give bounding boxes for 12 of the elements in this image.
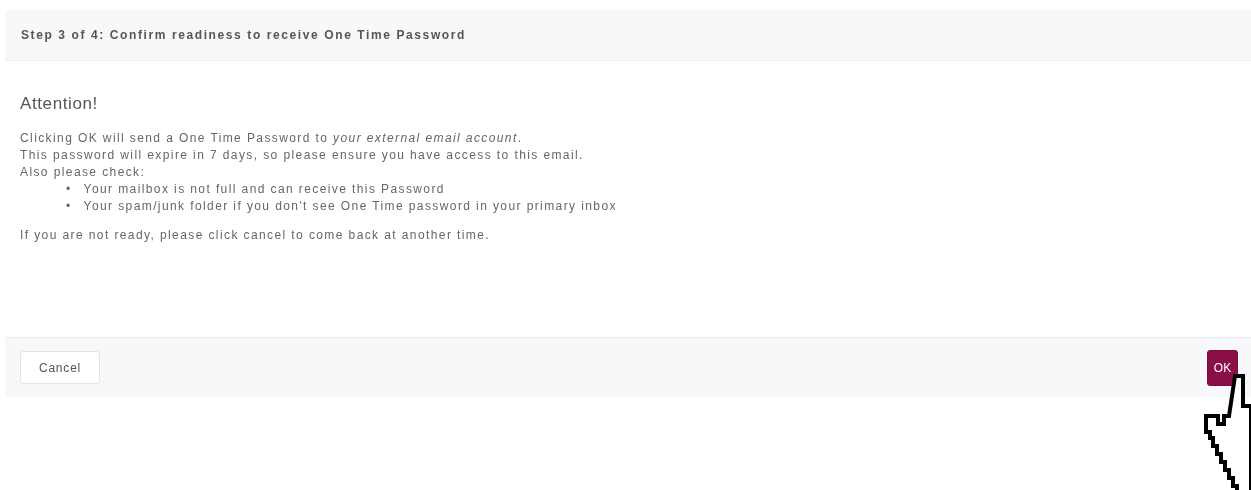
cancel-button[interactable]: Cancel — [20, 351, 100, 384]
bullet-marker: • — [66, 198, 72, 215]
instruction-text: This password will expire in 7 days, so please ensure you have access to this email. — [20, 147, 585, 164]
instruction-text: Clicking OK will send a One Time Password to your external email account. — [20, 130, 524, 147]
step-title: Step 3 of 4: Confirm readiness to receive One Time Password — [21, 28, 466, 42]
instruction-text: Also please check: — [20, 164, 147, 181]
ok-button[interactable]: OK — [1207, 349, 1238, 386]
attention-heading: Attention! — [20, 94, 99, 114]
cancel-note: If you are not ready, please click cancel to come back at another time. — [20, 227, 492, 244]
checklist-item: Your mailbox is not full and can receive this Password — [83, 181, 445, 198]
checklist-item: Your spam/junk folder if you don't see One Time password in your primary inbox — [83, 198, 617, 215]
bullet-marker: • — [66, 181, 72, 198]
